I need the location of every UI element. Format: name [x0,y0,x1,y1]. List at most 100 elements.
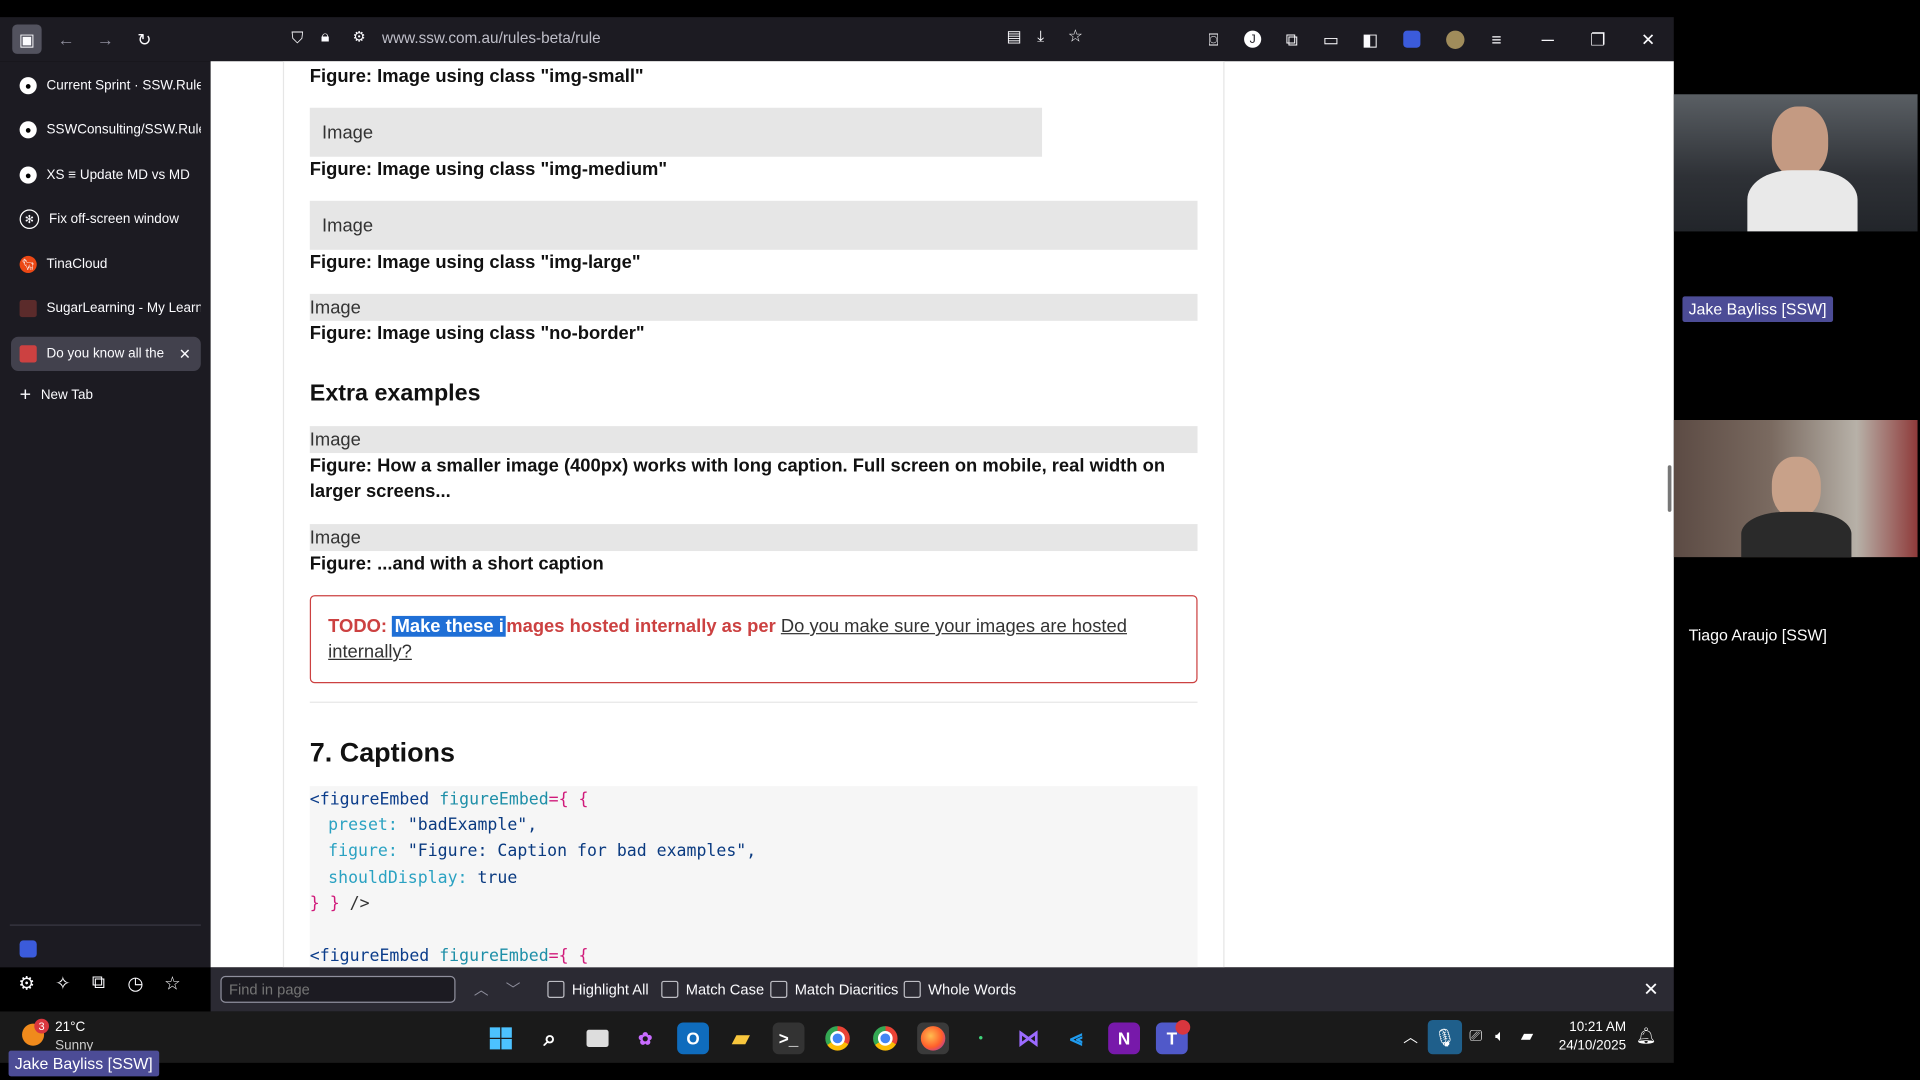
terminal-icon[interactable]: >_ [772,1022,805,1055]
restore-icon[interactable]: ❐ [1586,27,1610,51]
vscode-icon[interactable]: ⪡ [1060,1022,1092,1054]
firefox-icon[interactable] [917,1022,949,1055]
figure-caption: Figure: Image using class "img-large" [309,252,641,274]
scrollbar-thumb[interactable] [1667,465,1672,512]
task-view-icon[interactable] [582,1022,614,1054]
tab-current-sprint[interactable]: ● Current Sprint · SSW.Rule [11,69,201,103]
profile-avatar-icon[interactable] [1442,27,1466,51]
figure-caption: Figure: Image using class "no-border" [309,323,645,345]
volume-icon[interactable]: 🔈︎ [1495,1026,1505,1046]
code-line-4: shouldDisplay: true [328,868,517,888]
tab-sswconsulting[interactable]: ● SSWConsulting/SSW.Rule [11,113,201,147]
ssw-extension-icon[interactable] [1400,27,1424,51]
tab-fix-offscreen[interactable]: ✻ Fix off-screen window [11,202,201,236]
notifications-icon[interactable]: 🔔︎ [1636,1026,1656,1046]
screenshot-icon[interactable]: ⌼ [1201,27,1225,51]
visual-studio-icon[interactable]: ⋈ [1013,1022,1045,1054]
clock-date[interactable]: 24/10/2025 [1555,1038,1626,1053]
clock-time[interactable]: 10:21 AM [1558,1020,1626,1035]
battery-icon[interactable]: ▰ [1521,1026,1533,1046]
participant-video-tiago[interactable] [1673,420,1918,558]
network-icon[interactable]: ⎚ [1469,1026,1482,1046]
permissions-icon: ⚙ [352,28,366,46]
extension-j-icon[interactable]: J [1240,27,1264,51]
ssw-icon [19,345,37,363]
checkbox-box [770,980,788,998]
close-window-icon[interactable]: ✕ [1636,27,1660,51]
onenote-icon[interactable]: N [1108,1022,1141,1055]
new-tab-button[interactable]: + New Tab [11,378,201,412]
tab-sugarlearning[interactable]: SugarLearning - My Learn [11,291,201,325]
tray-overflow-icon[interactable]: ︿ [1403,1026,1418,1047]
ssw-extension-icon[interactable] [19,940,37,958]
participant-video-jake[interactable] [1673,94,1918,232]
file-explorer-icon[interactable]: ▰ [725,1022,757,1054]
tab-tinacloud[interactable]: 🦙︎ TinaCloud [11,247,201,281]
weather-badge: 3 [34,1018,49,1034]
bookmarks-icon[interactable]: ⧉ [92,972,105,993]
search-icon[interactable]: ⌕ [534,1022,566,1054]
whole-words-checkbox[interactable]: Whole Words [903,980,1016,998]
code-block[interactable]: <figureEmbed figureEmbed={ { preset: "ba… [309,786,1198,968]
openai-icon: ✻ [19,209,40,229]
copilot-icon[interactable]: ✿ [629,1022,661,1054]
extensions-icon[interactable]: ⧉ [1280,27,1304,51]
checkbox-box [547,980,565,998]
tab-do-you-know[interactable]: Do you know all the ✕ [11,336,201,372]
tab-update-md[interactable]: ● XS ≡ Update MD vs MD [11,158,201,192]
checkbox-box [903,980,921,998]
sidebar-tools: ⚙ ✧ ⧉ ◷ ☆ [0,970,211,1004]
settings-icon[interactable]: ⚙ [18,972,34,994]
container-icon[interactable]: ▭ [1319,27,1343,51]
star-icon[interactable]: ☆ [164,972,180,994]
close-find-icon[interactable]: ✕ [1643,978,1658,1001]
browser-toolbar: ▣ ← → ↻ ⛉ 🔒︎ ⚙ www.ssw.com.au/rules-beta… [0,17,1674,62]
outlook-icon[interactable]: O [677,1022,709,1055]
bookmark-star-icon[interactable]: ☆ [1068,26,1083,47]
save-page-icon[interactable]: ⤓ [1037,27,1044,47]
sidebar-view-icon[interactable]: ◧ [1358,27,1382,51]
url-text[interactable]: www.ssw.com.au/rules-beta/rule [382,29,601,46]
minimize-icon[interactable]: ─ [1536,27,1560,51]
sidebar-toggle-icon[interactable]: ▣ [12,24,42,54]
find-previous-icon[interactable]: ︿ [474,978,489,999]
windows-start-icon[interactable] [485,1022,517,1054]
code-attr: figureEmbed [439,946,549,967]
code-tag: <figureEmbed [309,789,430,810]
lock-icon: 🔒︎ [320,26,330,46]
reload-icon[interactable]: ↻ [132,27,156,51]
history-icon[interactable]: ◷ [127,972,143,994]
github-icon: ● [19,121,37,139]
code-line-2: preset: "badExample", [328,816,537,836]
highlight-all-checkbox[interactable]: Highlight All [547,980,649,998]
code-string: "Figure: [407,841,488,861]
url-bar[interactable]: ⛉ 🔒︎ ⚙ www.ssw.com.au/rules-beta/rule ▤ … [284,22,1104,56]
reader-view-icon[interactable]: ▤ [1007,27,1022,47]
plus-icon: + [19,384,32,406]
new-tab-label: New Tab [40,388,94,403]
back-icon[interactable]: ← [54,27,78,51]
ai-chatbot-icon[interactable]: ✧ [55,972,70,994]
code-tag: <figureEmbed [309,946,430,967]
sidebar-divider [9,924,201,926]
code-key: shouldDisplay: [328,868,468,888]
close-tab-icon[interactable]: ✕ [179,345,201,362]
chrome-icon[interactable] [822,1022,854,1054]
microphone-icon[interactable]: 🎙︎ [1427,1020,1463,1055]
code-key: preset: [328,815,398,836]
chrome-profile-icon[interactable] [869,1022,901,1054]
menu-icon[interactable]: ≡ [1484,27,1508,51]
forward-icon[interactable]: → [93,27,117,51]
match-diacritics-checkbox[interactable]: Match Diacritics [770,980,899,998]
find-highlight: Make these i [392,615,507,637]
app-dot-icon[interactable]: • [965,1022,997,1054]
find-next-icon[interactable]: ﹀ [506,978,521,999]
tab-label: TinaCloud [46,257,108,272]
option-label: Match Diacritics [794,980,899,998]
image-extra-short: Image [309,524,1198,552]
captions-heading: 7. Captions [309,737,455,768]
find-input[interactable] [220,975,456,1003]
match-case-checkbox[interactable]: Match Case [661,980,764,998]
image-medium: Image [309,107,1043,157]
article-content: Figure: Image using class "img-small" Im… [282,61,1225,968]
